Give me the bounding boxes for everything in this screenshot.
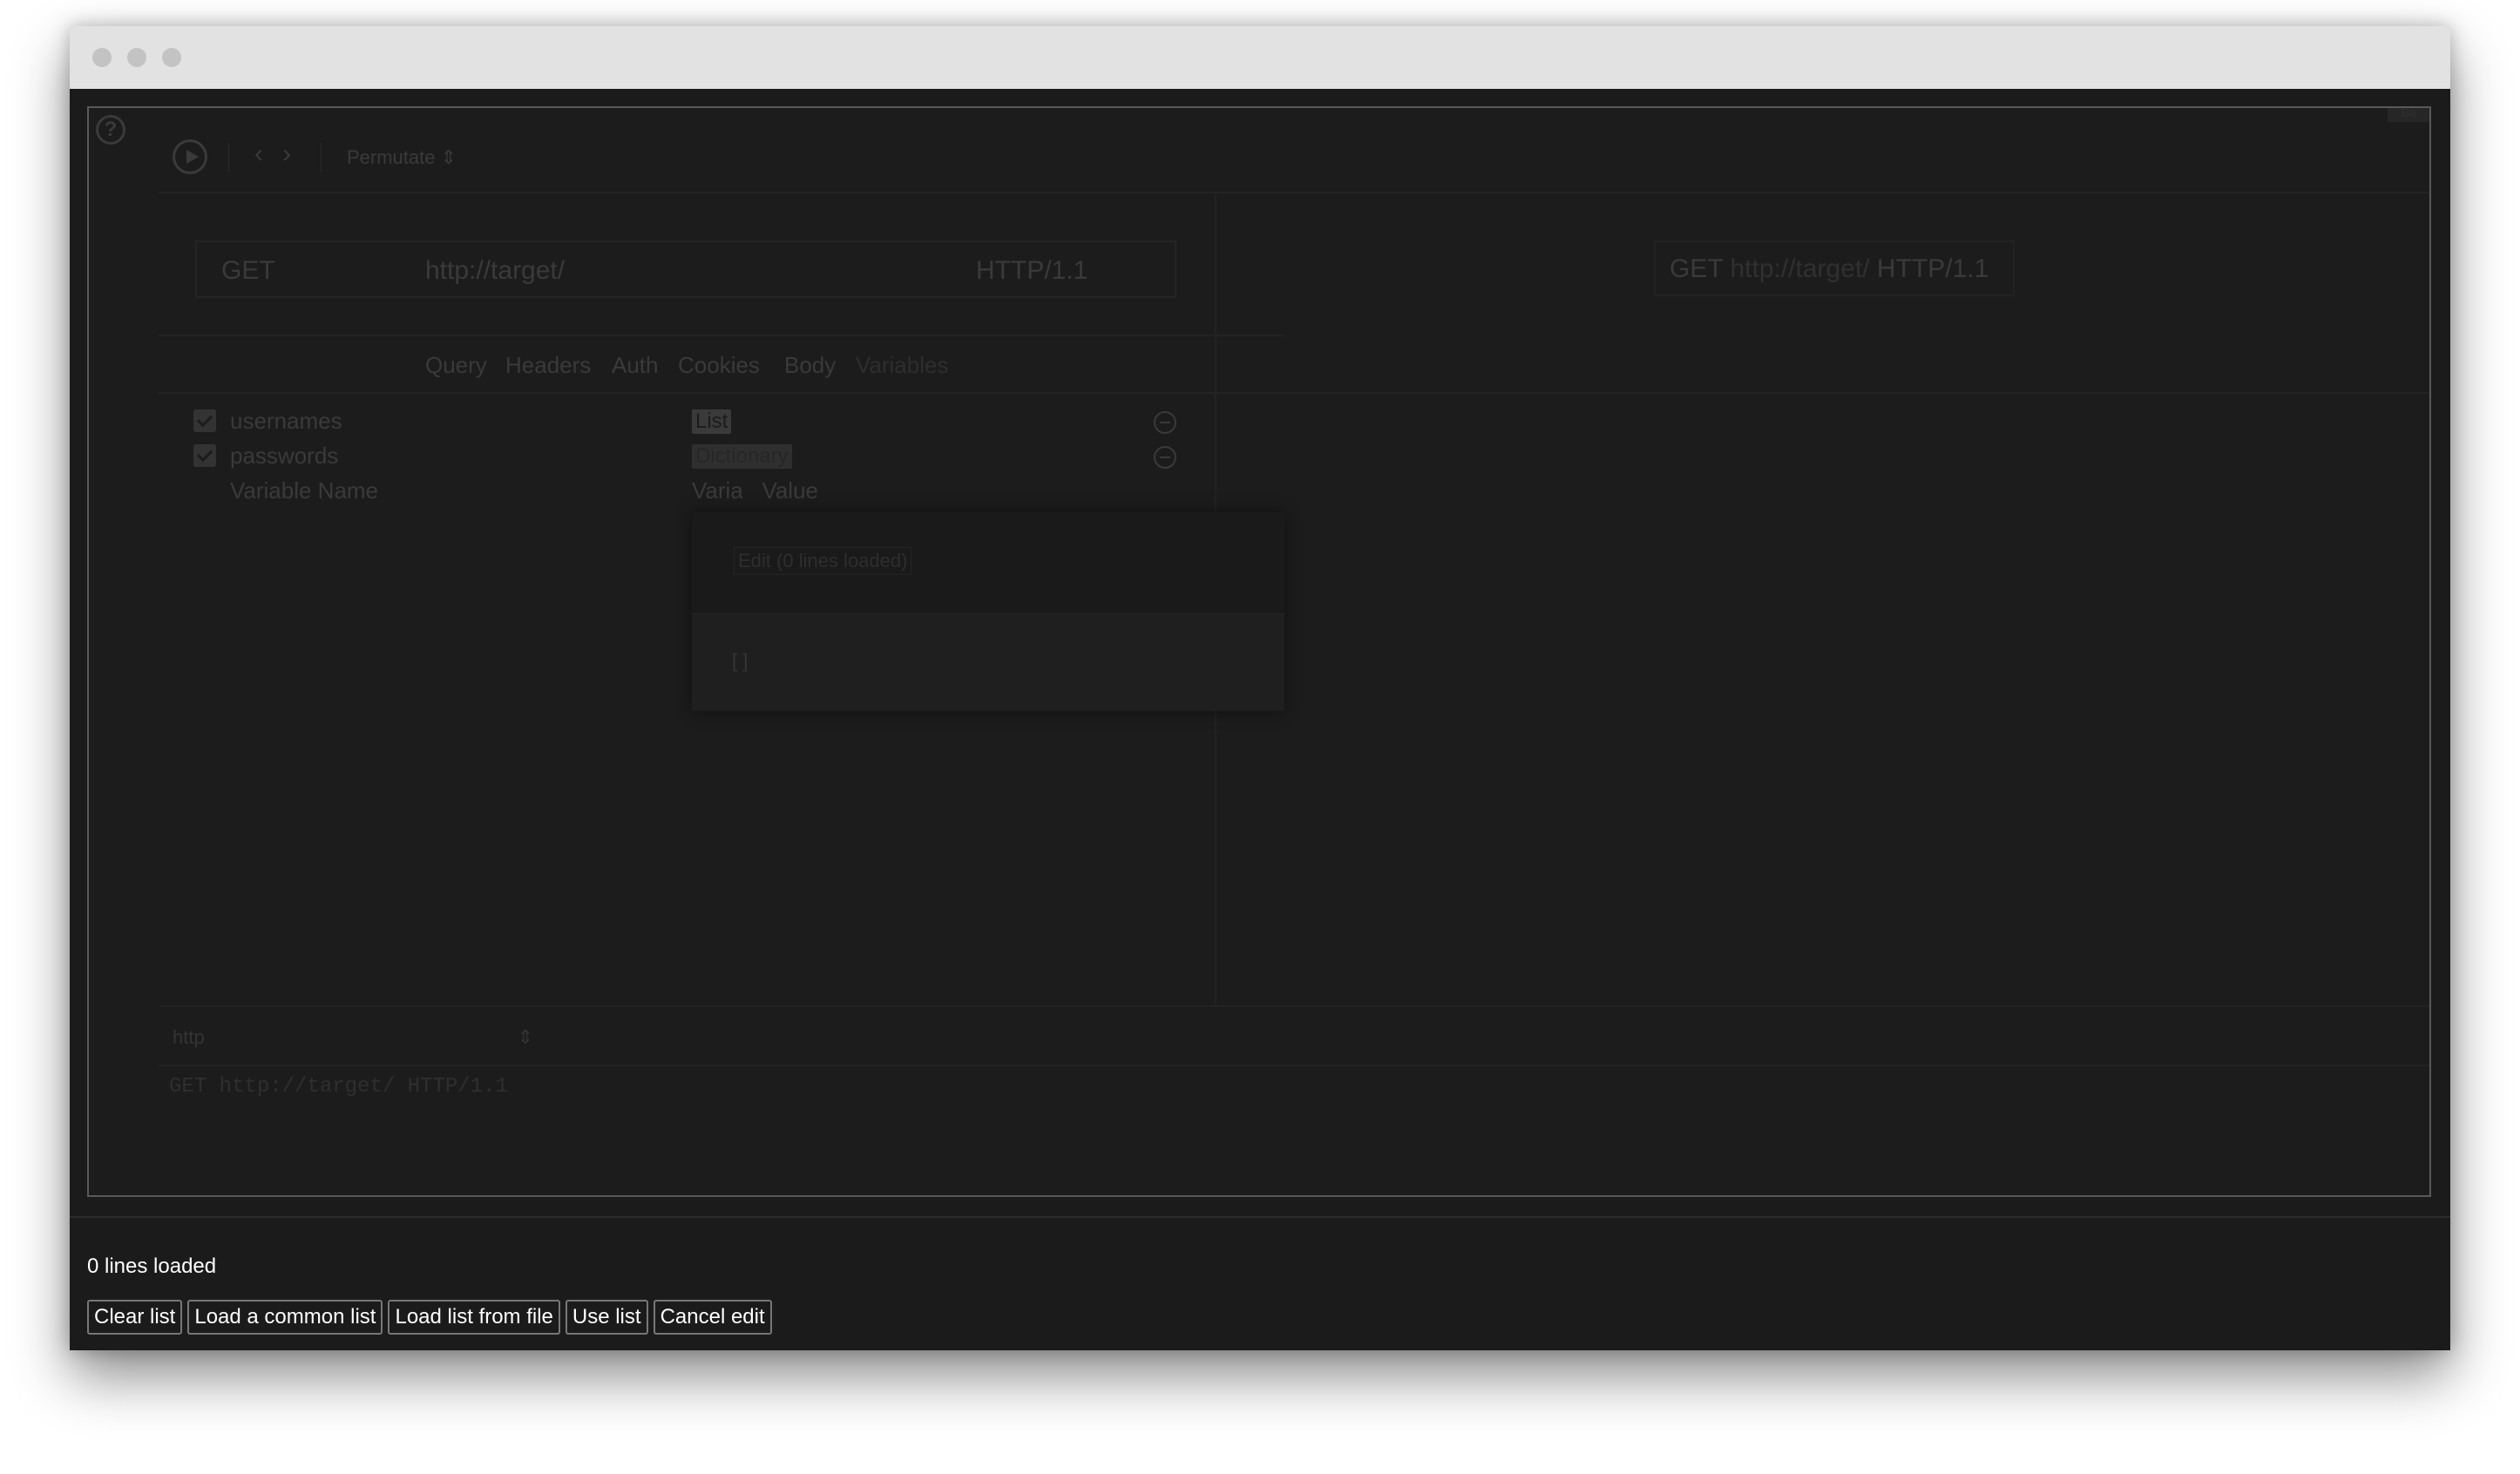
minimize-window-dot[interactable] [127,48,146,67]
tabs-separator-bottom [159,392,2429,394]
tab-variables[interactable]: Variables [856,352,948,379]
url-field[interactable]: http://target/ [425,256,565,286]
toolbar-divider [321,143,322,172]
preview-url: http://target/ [1730,254,1870,283]
attack-mode-select[interactable]: Permutate ⇕ [347,146,457,169]
variable-name[interactable]: usernames [230,408,342,435]
edit-list-button[interactable]: Edit (0 lines loaded) [734,547,912,575]
variable-enabled-checkbox[interactable] [193,409,216,432]
tab-auth[interactable]: Auth [612,352,659,379]
protocol-select[interactable]: http ⇕ [173,1026,533,1049]
toolbar-separator [159,192,2429,193]
bottom-panel-separator [159,1005,2429,1007]
use-list-button[interactable]: Use list [565,1300,648,1335]
preview-request-line: GET http://target/ HTTP/1.1 [1670,254,1988,284]
editor-separator [70,1216,2450,1218]
variable-type-list[interactable]: List [692,409,732,434]
corner-badge: Ba [2388,108,2429,122]
variable-enabled-checkbox[interactable] [193,444,216,467]
toolbar-divider [228,143,229,172]
variable-type-dictionary[interactable]: Dictionary [692,444,792,469]
select-arrows-icon: ⇕ [517,1026,533,1048]
app-window: ? Ba ‹ › Permutate ⇕ GET http://target/ … [70,26,2450,1350]
run-attack-icon[interactable] [173,139,207,174]
load-list-from-file-button[interactable]: Load list from file [388,1300,560,1335]
preview-method: GET [1670,254,1724,283]
raw-separator [159,1065,2429,1066]
close-window-dot[interactable] [92,48,112,67]
preview-version: HTTP/1.1 [1876,254,1989,283]
variable-name[interactable]: passwords [230,443,338,470]
dimmed-app-panel: ? Ba ‹ › Permutate ⇕ GET http://target/ … [87,106,2431,1197]
list-editor-popup: Edit (0 lines loaded) [ ] [692,512,1284,711]
remove-variable-icon[interactable] [1154,411,1176,434]
remove-variable-icon[interactable] [1154,446,1176,469]
lines-loaded-status: 0 lines loaded [87,1254,217,1278]
back-icon[interactable]: ‹ [254,141,263,167]
help-icon[interactable]: ? [96,115,125,145]
tabs-separator-top [159,335,1284,336]
tab-headers[interactable]: Headers [505,352,591,379]
list-content-preview: [ ] [732,650,749,672]
load-common-list-button[interactable]: Load a common list [187,1300,383,1335]
new-variable-name-input[interactable]: Variable Name [230,477,378,504]
version-field[interactable]: HTTP/1.1 [976,256,1087,286]
tab-body[interactable]: Body [784,352,836,379]
maximize-window-dot[interactable] [162,48,181,67]
tab-cookies[interactable]: Cookies [678,352,760,379]
clear-list-button[interactable]: Clear list [87,1300,183,1335]
popup-header: Edit (0 lines loaded) [692,512,1284,615]
cancel-edit-button[interactable]: Cancel edit [653,1300,772,1335]
raw-request-text[interactable]: GET http://target/ HTTP/1.1 [169,1075,508,1099]
forward-icon[interactable]: › [282,141,291,167]
new-variable-value-input[interactable]: Varia Value [692,477,818,504]
window-titlebar [70,26,2450,89]
protocol-value: http [173,1026,205,1048]
list-actions: Clear list Load a common list Load list … [87,1300,772,1335]
method-field[interactable]: GET [221,256,275,286]
tab-query[interactable]: Query [425,352,487,379]
